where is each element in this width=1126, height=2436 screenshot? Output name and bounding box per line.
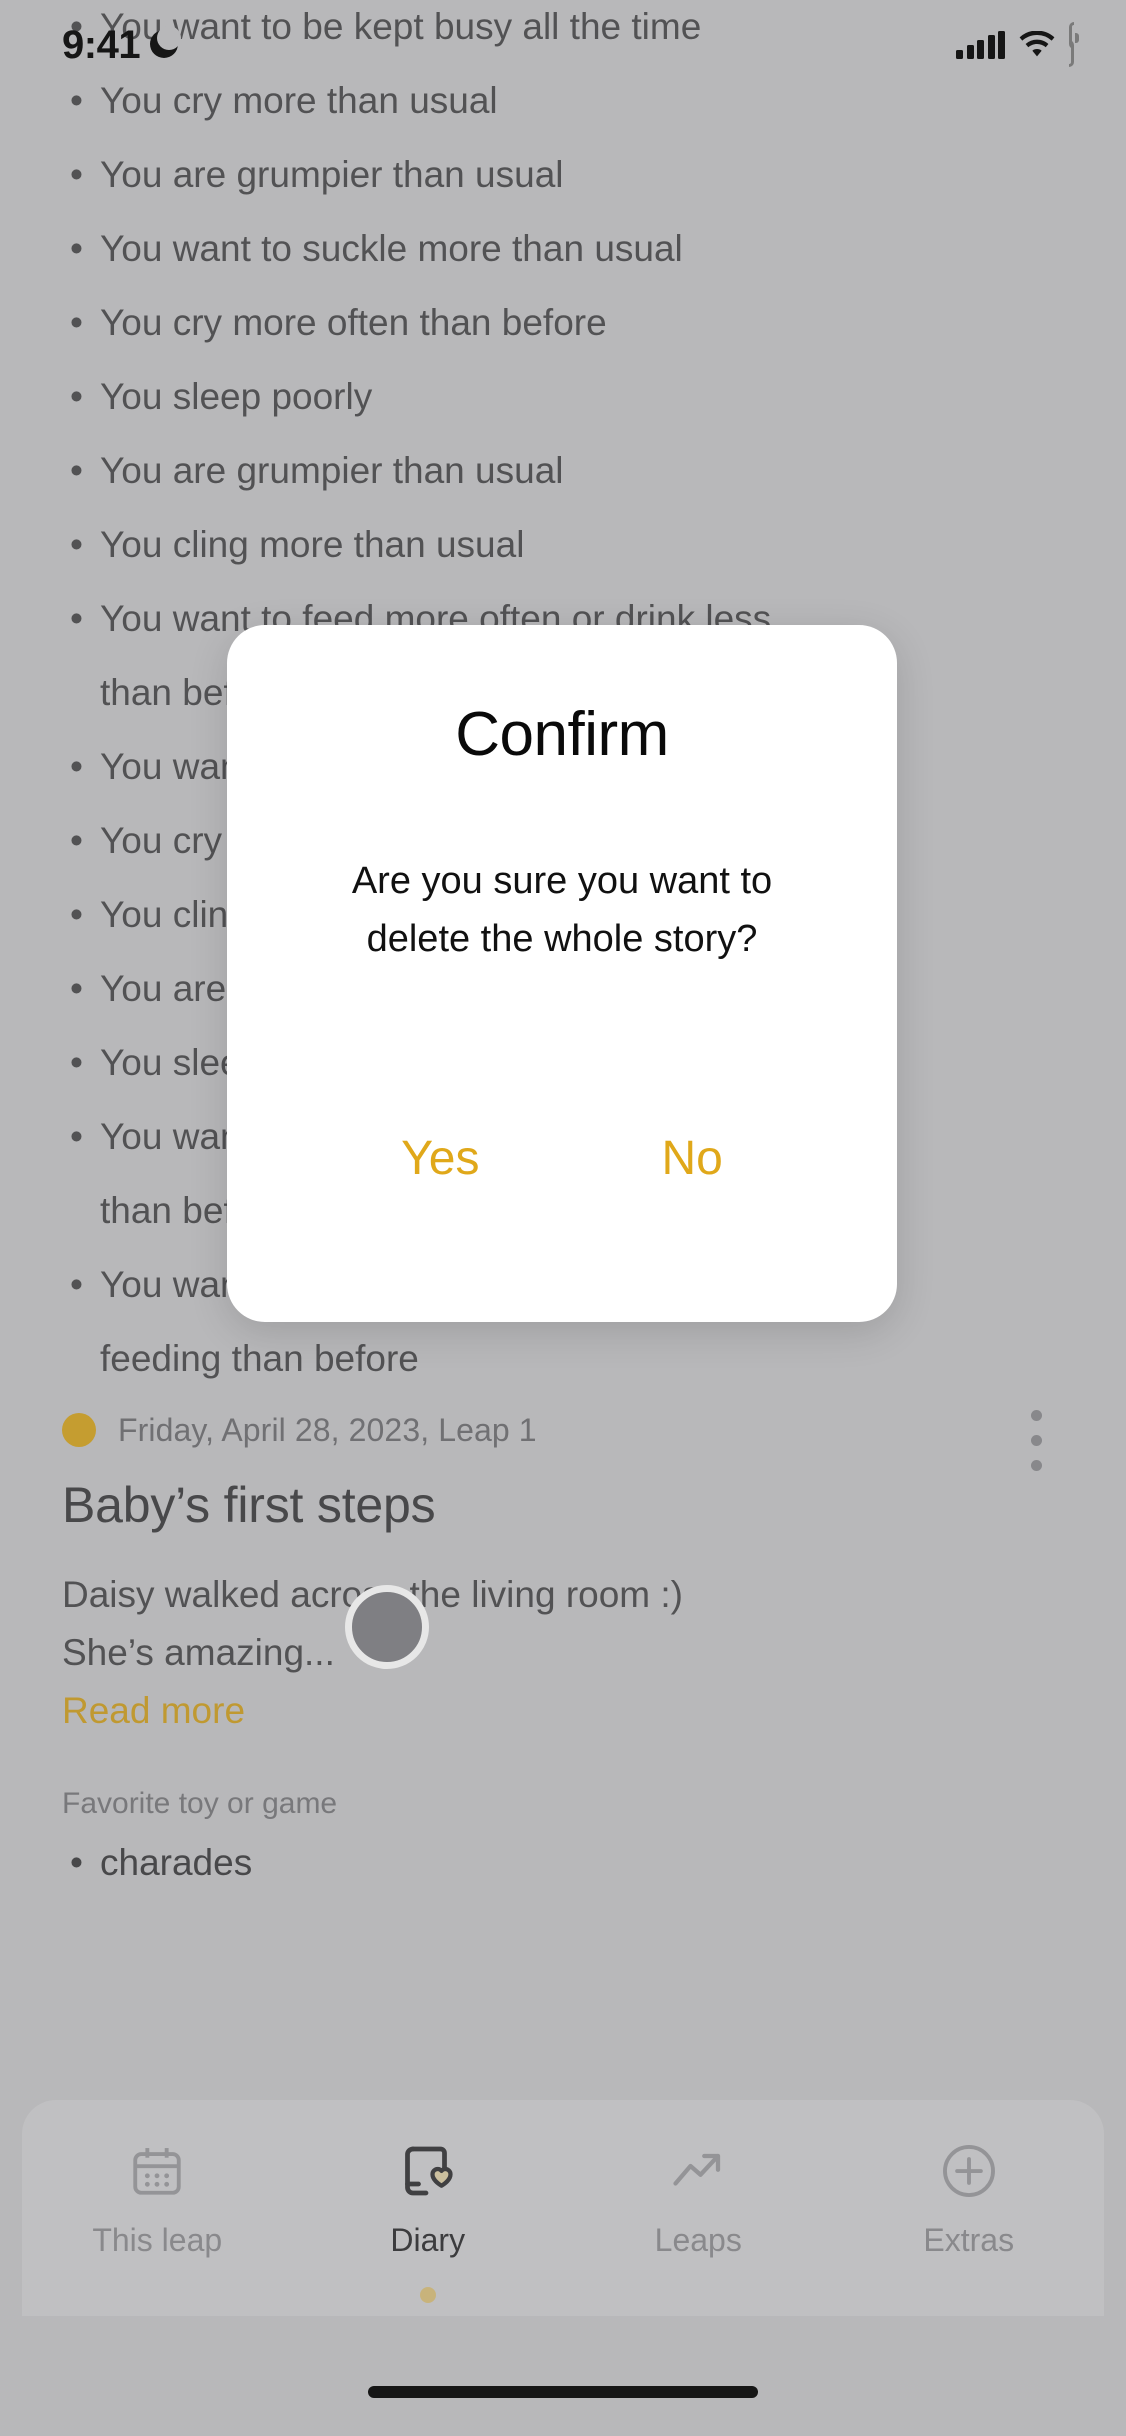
confirm-yes-button[interactable]: Yes xyxy=(375,1125,505,1192)
confirm-no-button[interactable]: No xyxy=(635,1125,748,1192)
dialog-message: Are you sure you want to delete the whol… xyxy=(351,860,773,960)
confirm-dialog: Confirm Are you sure you want to delete … xyxy=(227,625,897,1322)
app-screen: You want to be kept busy all the time Yo… xyxy=(0,0,1126,2436)
dialog-title: Confirm xyxy=(455,700,669,769)
dialog-actions: Yes No xyxy=(227,1125,897,1192)
